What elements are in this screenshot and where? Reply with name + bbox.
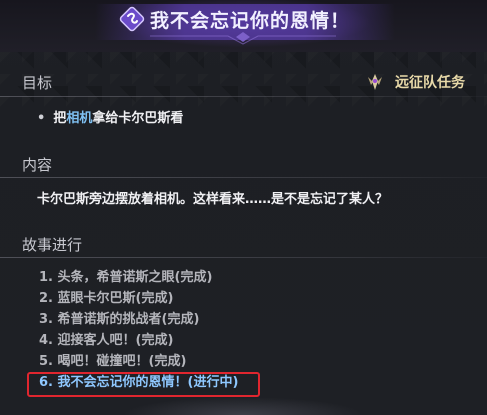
story-item-1: 1. 头条，希普诺斯之眼(完成): [39, 270, 213, 285]
objective-divider: [0, 96, 487, 97]
expedition-crest-icon: [368, 74, 382, 90]
story-item-2: 2. 蓝眼卡尔巴斯(完成): [39, 291, 174, 306]
quest-detail-panel: 我不会忘记你的恩情！ 目标 远征队任务 • 把相机拿给卡尔巴斯看 内容 卡尔巴斯旁…: [0, 0, 487, 415]
content-text: 卡尔巴斯旁边摆放着相机。这样看来……是不是忘记了某人？: [37, 192, 389, 207]
story-item-4: 4. 迎接客人吧！(完成): [39, 333, 174, 348]
expedition-quest-tag: 远征队任务: [365, 72, 465, 92]
story-divider: [0, 257, 487, 258]
content-header: 内容: [22, 156, 53, 174]
objective-header: 目标: [22, 74, 53, 92]
bottom-glow: [0, 396, 487, 415]
bullet: •: [37, 111, 46, 126]
objective-prefix: 把: [53, 111, 67, 126]
content-divider: [0, 177, 487, 178]
objective-highlight: 相机: [66, 111, 93, 126]
current-step-highlight: [27, 372, 260, 397]
story-header: 故事进行: [22, 236, 83, 254]
story-item-3: 3. 希普诺斯的挑战者(完成): [39, 312, 200, 327]
objective-suffix: 拿给卡尔巴斯看: [92, 111, 184, 126]
objective-item: • 把相机拿给卡尔巴斯看: [37, 107, 183, 126]
expedition-quest-label: 远征队任务: [395, 75, 465, 91]
banner-ornament: [150, 32, 336, 45]
story-item-5: 5. 喝吧！碰撞吧！(完成): [39, 354, 187, 369]
title-banner: 我不会忘记你的恩情！: [0, 0, 487, 52]
